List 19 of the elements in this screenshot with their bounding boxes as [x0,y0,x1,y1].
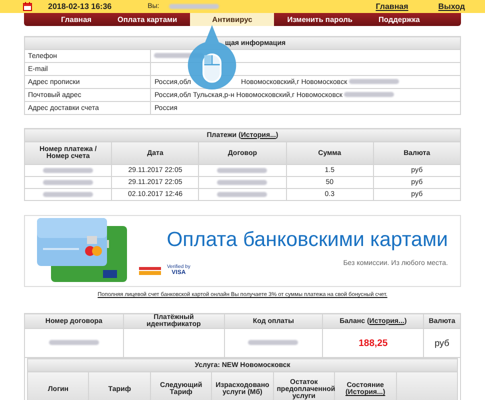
banner-title[interactable]: Оплата банковскими картами [166,228,448,252]
top-link[interactable]: Выход [438,2,465,11]
redacted-text [43,180,94,185]
redacted-text [43,168,94,173]
redacted-text [349,79,400,84]
mastercard-securecode-icon [139,266,161,275]
date-time: 2018-02-13 16:36 [48,2,112,11]
redacted-text [217,180,268,185]
table-cell: руб [434,338,450,348]
redacted-text [48,340,99,346]
calendar-icon [23,2,32,11]
redacted-text [169,4,220,9]
top-link[interactable]: Главная [376,2,408,11]
redacted-text [344,92,394,98]
redacted-text [217,192,268,197]
balance-value: 188,25 [358,338,388,348]
redacted-text [217,168,268,173]
redacted-text [248,340,298,346]
redacted-text [43,192,94,197]
